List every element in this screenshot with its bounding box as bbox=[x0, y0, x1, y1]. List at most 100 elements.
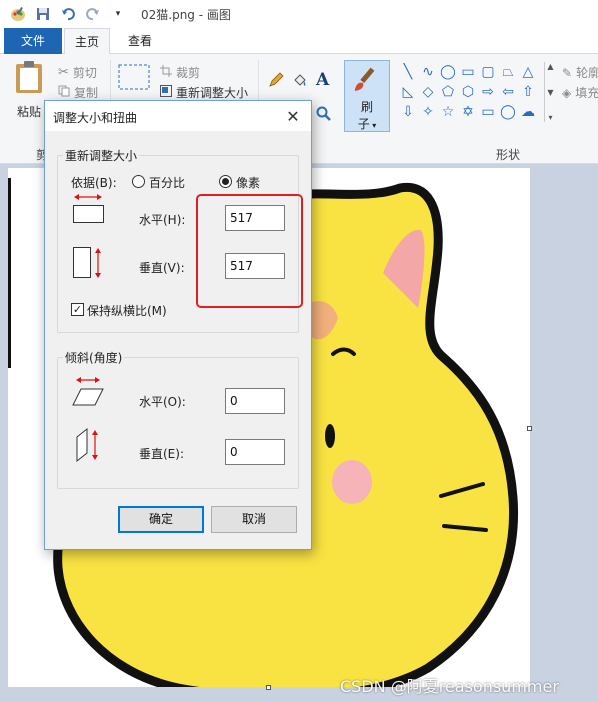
right-triangle-shape-icon[interactable]: ◺ bbox=[398, 82, 418, 102]
pencil-tool[interactable] bbox=[268, 72, 284, 91]
chevron-down-icon: ▾ bbox=[369, 121, 377, 130]
resize-vertical-label: 垂直(V): bbox=[139, 261, 185, 275]
dialog-title: 调整大小和扭曲 bbox=[53, 111, 138, 125]
five-point-star-shape-icon[interactable]: ☆ bbox=[438, 102, 458, 122]
callout-rect-shape-icon[interactable]: ▭ bbox=[478, 102, 498, 122]
fill-icon: ◈ bbox=[562, 85, 572, 100]
shapes-scrollbar[interactable]: ▲ ▼ ▾ bbox=[544, 62, 556, 122]
diamond-shape-icon[interactable]: ◇ bbox=[418, 82, 438, 102]
tab-file[interactable]: 文件 bbox=[4, 28, 62, 54]
close-icon[interactable]: ✕ bbox=[281, 104, 305, 128]
watermark-text: CSDN @阿夏reasonsummer bbox=[340, 677, 559, 696]
cut-label: 剪切 bbox=[72, 66, 97, 80]
triangle-shape-icon[interactable]: △ bbox=[518, 62, 538, 82]
resize-group-label: 重新调整大小 bbox=[63, 147, 140, 164]
scroll-up-icon[interactable]: ▲ bbox=[547, 62, 553, 71]
cancel-button[interactable]: 取消 bbox=[211, 506, 297, 533]
ribbon-tabs: 文件 主页 查看 bbox=[0, 28, 598, 55]
paste-button[interactable]: 粘贴 bbox=[14, 60, 44, 120]
brush-label-2: 子 ▾ bbox=[357, 117, 377, 131]
redo-icon[interactable] bbox=[85, 6, 101, 22]
select-rectangle-icon bbox=[118, 64, 150, 93]
pencil-icon bbox=[268, 72, 284, 91]
clipboard-icon bbox=[14, 60, 44, 97]
percent-radio-label[interactable]: 百分比 bbox=[149, 174, 185, 191]
fill-bucket-icon bbox=[292, 72, 308, 91]
annotation-highlight-box bbox=[196, 194, 303, 308]
pixels-radio-label[interactable]: 像素 bbox=[236, 174, 260, 191]
paint-app-icon bbox=[10, 6, 26, 22]
resize-horizontal-label: 水平(H): bbox=[139, 213, 186, 227]
keep-aspect-ratio-checkbox[interactable]: ✓ bbox=[71, 303, 84, 316]
right-arrow-shape-icon[interactable]: ⇨ bbox=[478, 82, 498, 102]
pixels-radio[interactable] bbox=[219, 175, 232, 188]
shapes-group-label: 形状 bbox=[496, 148, 521, 162]
percent-radio[interactable] bbox=[132, 175, 145, 188]
vertical-skew-icon bbox=[71, 427, 105, 466]
left-arrow-shape-icon[interactable]: ⇦ bbox=[498, 82, 518, 102]
tab-home[interactable]: 主页 bbox=[64, 28, 110, 55]
skew-group-label: 倾斜(角度) bbox=[63, 349, 125, 366]
magnifier-icon bbox=[316, 106, 332, 125]
crop-icon bbox=[160, 65, 172, 80]
oval-shape-icon[interactable]: ◯ bbox=[438, 62, 458, 82]
scroll-down-icon[interactable]: ▼ bbox=[547, 88, 553, 97]
up-arrow-shape-icon[interactable]: ⇧ bbox=[518, 82, 538, 102]
skew-vertical-label: 垂直(E): bbox=[139, 447, 184, 461]
resize-button[interactable]: 重新调整大小 bbox=[160, 84, 248, 101]
scroll-more-icon[interactable]: ▾ bbox=[548, 113, 552, 122]
shapes-gallery[interactable]: ╲ ∿ ◯ ▭ ▢ ⏢ △ ◺ ◇ ⬠ ⬡ ⇨ ⇦ ⇧ ⇩ ✧ ☆ ✡ ▭ ◯ … bbox=[398, 62, 544, 122]
brushes-button[interactable]: 刷 子 ▾ bbox=[344, 60, 390, 132]
polygon-shape-icon[interactable]: ⏢ bbox=[498, 62, 518, 82]
quick-access-dropdown-icon[interactable]: ▾ bbox=[110, 6, 126, 22]
resize-icon bbox=[160, 85, 172, 100]
crop-button[interactable]: 裁剪 bbox=[160, 64, 200, 81]
outline-button[interactable]: ✎ 轮廓 bbox=[562, 64, 598, 81]
ok-button[interactable]: 确定 bbox=[118, 506, 204, 533]
paste-label: 粘贴 bbox=[16, 105, 41, 119]
callout-oval-shape-icon[interactable]: ◯ bbox=[498, 102, 518, 122]
save-icon[interactable] bbox=[35, 6, 51, 22]
title-bar: ▾ 02猫.png - 画图 bbox=[0, 0, 598, 28]
basis-label: 依据(B): bbox=[71, 176, 117, 190]
pentagon-shape-icon[interactable]: ⬠ bbox=[438, 82, 458, 102]
vertical-resize-icon bbox=[71, 245, 105, 284]
window-title: 02猫.png - 画图 bbox=[141, 7, 231, 22]
text-tool[interactable]: A bbox=[316, 70, 329, 90]
skew-horizontal-input[interactable] bbox=[225, 388, 285, 414]
tab-view[interactable]: 查看 bbox=[116, 28, 164, 54]
fill-label: 填充 bbox=[575, 86, 598, 100]
magnifier-tool[interactable] bbox=[316, 106, 332, 125]
skew-vertical-input[interactable] bbox=[225, 439, 285, 465]
undo-icon[interactable] bbox=[60, 6, 76, 22]
rectangle-shape-icon[interactable]: ▭ bbox=[458, 62, 478, 82]
copy-button[interactable]: 复制 bbox=[58, 84, 98, 101]
brush-label: 刷 bbox=[360, 100, 373, 114]
four-point-star-shape-icon[interactable]: ✧ bbox=[418, 102, 438, 122]
six-point-star-shape-icon[interactable]: ✡ bbox=[458, 102, 478, 122]
horizontal-resize-icon bbox=[71, 193, 105, 226]
curve-shape-icon[interactable]: ∿ bbox=[418, 62, 438, 82]
down-arrow-shape-icon[interactable]: ⇩ bbox=[398, 102, 418, 122]
copy-label: 复制 bbox=[74, 86, 99, 100]
copy-icon bbox=[58, 85, 70, 100]
hexagon-shape-icon[interactable]: ⬡ bbox=[458, 82, 478, 102]
cut-button[interactable]: ✂ 剪切 bbox=[58, 64, 97, 81]
resize-label: 重新调整大小 bbox=[176, 86, 249, 100]
select-button[interactable] bbox=[118, 64, 150, 93]
brush-icon bbox=[351, 65, 383, 98]
dialog-title-bar: 调整大小和扭曲 ✕ bbox=[45, 101, 311, 131]
outline-label: 轮廓 bbox=[576, 66, 598, 80]
resize-handle-bottom[interactable] bbox=[266, 685, 271, 690]
text-icon: A bbox=[316, 70, 330, 90]
fill-button[interactable]: ◈ 填充 bbox=[562, 84, 598, 101]
rounded-rectangle-shape-icon[interactable]: ▢ bbox=[478, 62, 498, 82]
line-shape-icon[interactable]: ╲ bbox=[398, 62, 418, 82]
fill-tool[interactable] bbox=[292, 72, 308, 91]
callout-cloud-shape-icon[interactable]: ☁ bbox=[518, 102, 538, 122]
outline-icon: ✎ bbox=[562, 65, 573, 80]
resize-handle-right[interactable] bbox=[527, 426, 532, 431]
scissors-icon: ✂ bbox=[58, 65, 69, 80]
crop-label: 裁剪 bbox=[176, 66, 201, 80]
keep-aspect-ratio-label[interactable]: 保持纵横比(M) bbox=[87, 302, 167, 319]
